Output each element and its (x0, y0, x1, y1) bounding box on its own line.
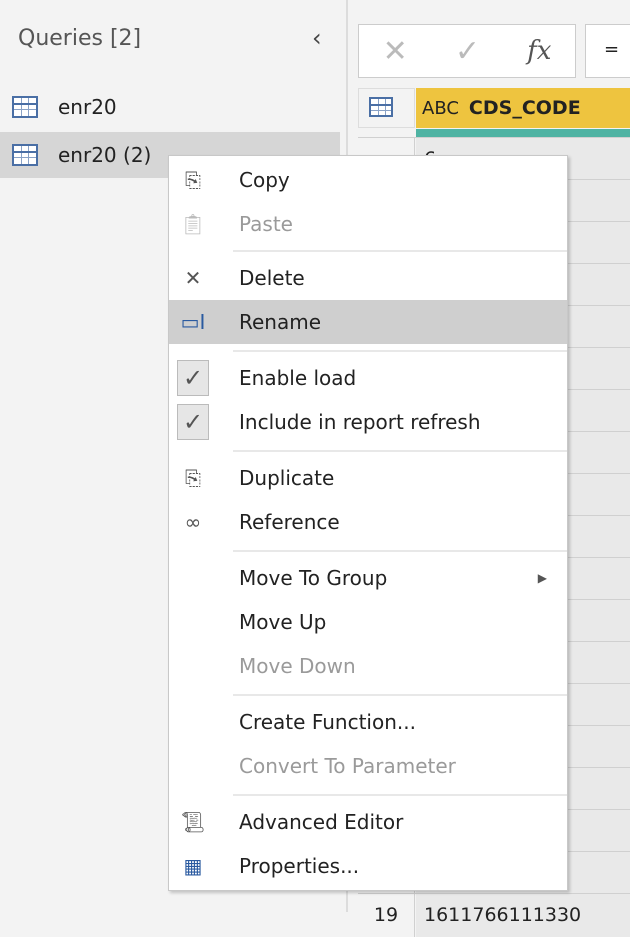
menu-separator (233, 550, 567, 552)
query-item-enr20[interactable]: enr20 (0, 84, 340, 130)
copy-icon: ⎘ (185, 168, 201, 192)
paste-icon: 📋︎ (180, 212, 206, 236)
menu-item-advanced-editor[interactable]: 📜︎ Advanced Editor (169, 800, 567, 844)
menu-item-move-up[interactable]: Move Up (169, 600, 567, 644)
table-icon (369, 97, 393, 117)
menu-item-move-to-group[interactable]: Move To Group ▶ (169, 556, 567, 600)
cell-cds-code[interactable]: 1611766111330 (416, 894, 630, 937)
context-menu: ⎘ Copy 📋︎ Paste ✕ Delete ▭I Rename ✓ Enable l… (168, 155, 568, 891)
menu-label: Advanced Editor (239, 810, 404, 834)
menu-item-reference[interactable]: ∞ Reference (169, 500, 567, 544)
query-label: enr20 (58, 95, 117, 119)
properties-icon: ▦ (183, 854, 203, 878)
query-label: enr20 (2) (58, 143, 152, 167)
delete-icon: ✕ (184, 266, 202, 290)
menu-label: Move Down (239, 654, 356, 678)
rename-icon: ▭I (180, 310, 206, 334)
checkbox-checked-icon[interactable]: ✓ (177, 404, 209, 440)
menu-separator (233, 450, 567, 452)
menu-item-rename[interactable]: ▭I Rename (169, 300, 567, 344)
duplicate-icon: ⎘ (185, 466, 201, 490)
menu-item-copy[interactable]: ⎘ Copy (169, 158, 567, 202)
column-quality-bar (416, 129, 630, 137)
menu-item-create-function[interactable]: Create Function... (169, 700, 567, 744)
menu-label: Rename (239, 310, 322, 334)
menu-item-duplicate[interactable]: ⎘ Duplicate (169, 456, 567, 500)
menu-label: Create Function... (239, 710, 416, 734)
menu-label: Include in report refresh (239, 410, 481, 434)
menu-label: Move To Group (239, 566, 388, 590)
menu-separator (233, 350, 567, 352)
menu-separator (233, 694, 567, 696)
menu-item-include-in-report-refresh[interactable]: ✓ Include in report refresh (169, 400, 567, 444)
row-index[interactable]: 19 (358, 894, 415, 937)
menu-item-delete[interactable]: ✕ Delete (169, 256, 567, 300)
submenu-arrow-icon: ▶ (537, 571, 547, 585)
menu-label: Duplicate (239, 466, 335, 490)
table-row[interactable]: 19 1611766111330 (358, 893, 630, 937)
menu-item-move-down[interactable]: Move Down (169, 644, 567, 688)
fx-icon[interactable]: fx (527, 36, 551, 66)
queries-title: Queries [2] (18, 26, 142, 51)
menu-separator (233, 794, 567, 796)
menu-item-properties[interactable]: ▦ Properties... (169, 844, 567, 888)
menu-separator (233, 250, 567, 252)
checkbox-checked-icon[interactable]: ✓ (177, 360, 209, 396)
menu-label: Convert To Parameter (239, 754, 456, 778)
menu-item-convert-to-parameter[interactable]: Convert To Parameter (169, 744, 567, 788)
table-icon (12, 144, 38, 166)
reference-link-icon: ∞ (184, 510, 202, 534)
collapse-pane-chevron-left-icon[interactable]: ‹ (312, 24, 322, 52)
menu-item-paste[interactable]: 📋︎ Paste (169, 202, 567, 246)
column-header-label: CDS_CODE (468, 97, 581, 119)
cancel-icon[interactable]: ✕ (383, 34, 408, 69)
menu-label: Properties... (239, 854, 360, 878)
advanced-editor-icon: 📜︎ (180, 810, 206, 834)
menu-label: Delete (239, 266, 305, 290)
menu-label: Move Up (239, 610, 327, 634)
commit-icon[interactable]: ✓ (455, 34, 480, 69)
table-menu-button[interactable] (358, 88, 415, 128)
formula-buttons: ✕ ✓ fx (358, 24, 576, 78)
menu-label: Copy (239, 168, 290, 192)
formula-input[interactable]: = (585, 24, 630, 78)
table-icon (12, 96, 38, 118)
column-header-cds-code[interactable]: ABC CDS_CODE (416, 88, 630, 128)
text-type-icon[interactable]: ABC (422, 98, 459, 119)
menu-label: Paste (239, 212, 293, 236)
menu-label: Reference (239, 510, 340, 534)
menu-item-enable-load[interactable]: ✓ Enable load (169, 356, 567, 400)
menu-label: Enable load (239, 366, 357, 390)
